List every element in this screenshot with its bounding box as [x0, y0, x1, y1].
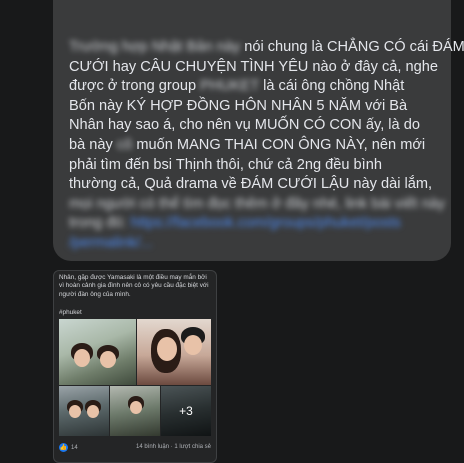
message-line: Nhân hay sao á, cho nên vụ MUỐN CÓ CON ấ… [69, 117, 420, 134]
message-line: trong đó: https://facebook.com/groups/ph… [69, 215, 401, 232]
reaction-summary[interactable]: 👍 14 [59, 443, 78, 452]
post-hashtag[interactable]: #phuket [59, 309, 82, 316]
post-photo[interactable]: +3 [161, 386, 211, 436]
post-text: Nhân, gặp được Yamasaki là một điều may … [59, 274, 209, 298]
message-line: được ở trong group PHUKET là cái ông chồ… [69, 78, 405, 95]
more-photos-overlay[interactable]: +3 [161, 386, 211, 436]
message-line: thường cả, Quả drama về ĐÁM CƯỚI LẬU này… [69, 176, 433, 193]
message-line: Trường hợp Nhật Bản này nói chung là CHẲ… [69, 39, 464, 55]
shared-post-preview[interactable]: Nhân, gặp được Yamasaki là một điều may … [53, 270, 217, 463]
post-photo[interactable] [110, 386, 160, 436]
post-photo[interactable] [59, 386, 109, 436]
post-footer: 👍 14 14 bình luận · 1 lượt chia sẻ [59, 441, 211, 455]
message-line: bà này cô muốn MANG THAI CON ÔNG NÀY, nê… [69, 136, 426, 153]
message-line: phải tìm đến bsi Thịnh thôi, chứ cả 2ng … [69, 156, 382, 173]
message-text: Trường hợp Nhật Bản này nói chung là CHẲ… [69, 38, 464, 254]
post-photo[interactable] [137, 319, 211, 385]
message-link[interactable]: https://facebook.com/groups/phuket/posts [131, 215, 401, 231]
like-icon: 👍 [59, 443, 68, 452]
message-line-blurred: mọi người có thể tìm đọc thêm ở đây nhé,… [69, 195, 446, 212]
message-link[interactable]: /permalink/... [69, 234, 441, 254]
message-line: Bốn này KÝ HỢP ĐỒNG HÔN NHÂN 5 NĂM với B… [69, 97, 408, 114]
post-photo[interactable] [59, 319, 136, 385]
reaction-count: 14 [71, 444, 78, 451]
message-line: CƯỚI hay CÂU CHUYỆN TÌNH YÊU nào ở đây c… [69, 58, 438, 75]
post-stats[interactable]: 14 bình luận · 1 lượt chia sẻ [136, 444, 211, 450]
